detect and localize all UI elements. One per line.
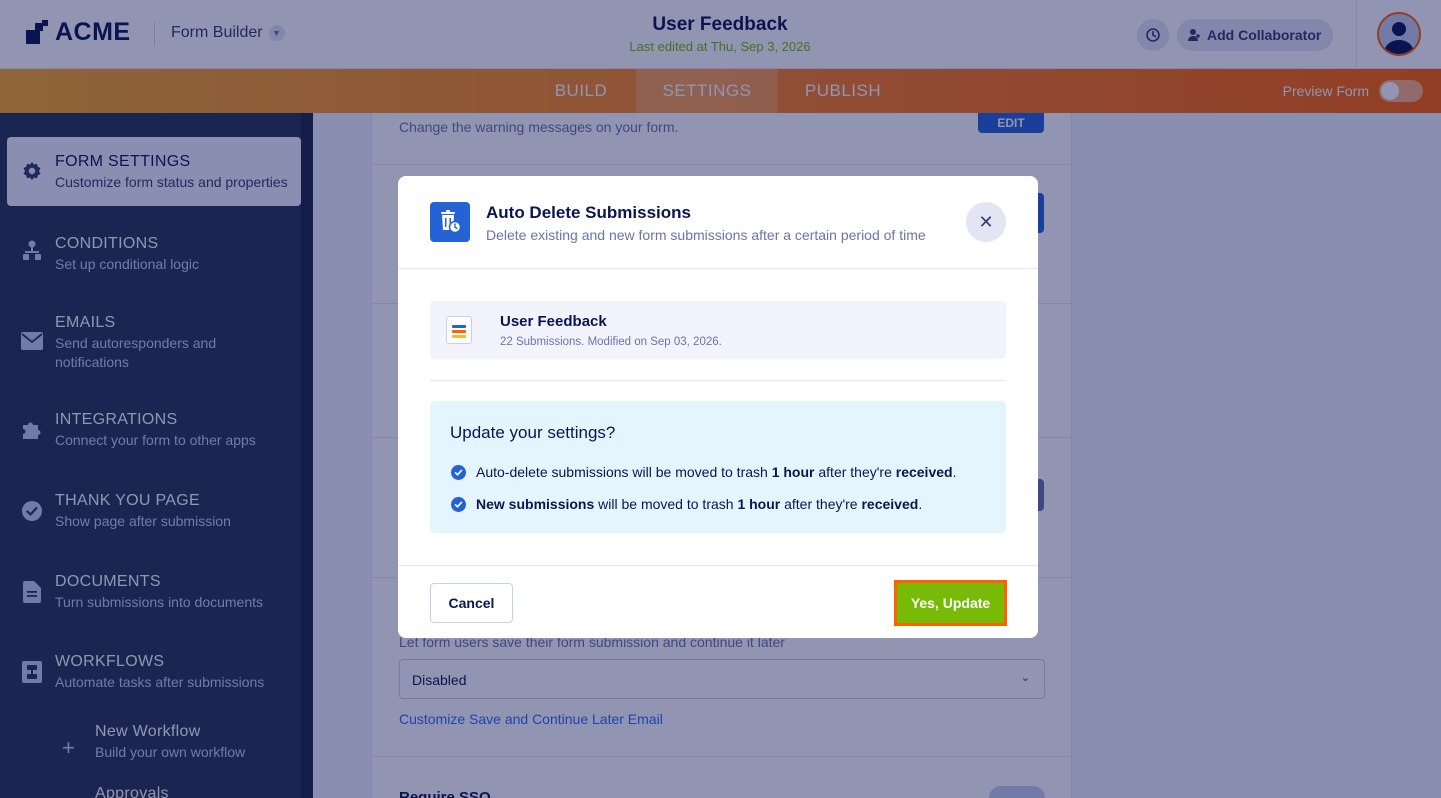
confirm-button-highlight: Yes, Update: [894, 580, 1007, 626]
close-button[interactable]: ✕: [966, 202, 1006, 242]
form-card-title: User Feedback: [500, 313, 607, 330]
check-circle-icon: [451, 465, 466, 480]
trash-clock-icon: [430, 202, 470, 242]
close-icon: ✕: [978, 211, 994, 232]
modal-divider: [430, 380, 1006, 381]
modal-title: Auto Delete Submissions: [486, 203, 691, 222]
info-line-auto-delete: Auto-delete submissions will be moved to…: [476, 464, 957, 480]
yes-update-button[interactable]: Yes, Update: [897, 583, 1004, 623]
modal-header: Auto Delete Submissions Delete existing …: [398, 176, 1038, 269]
modal-footer: Cancel Yes, Update: [398, 565, 1038, 638]
form-summary-card: User Feedback 22 Submissions. Modified o…: [430, 301, 1006, 359]
check-circle-icon: [451, 497, 466, 512]
form-card-meta: 22 Submissions. Modified on Sep 03, 2026…: [500, 336, 722, 348]
update-confirmation-box: Update your settings? Auto-delete submis…: [430, 401, 1006, 533]
modal-subtitle: Delete existing and new form submissions…: [486, 227, 926, 243]
info-line-new-submissions: New submissions will be moved to trash 1…: [476, 496, 923, 512]
auto-delete-modal: Auto Delete Submissions Delete existing …: [398, 176, 1038, 638]
update-question: Update your settings?: [450, 423, 616, 442]
form-icon: [446, 316, 472, 344]
cancel-button[interactable]: Cancel: [430, 583, 513, 623]
